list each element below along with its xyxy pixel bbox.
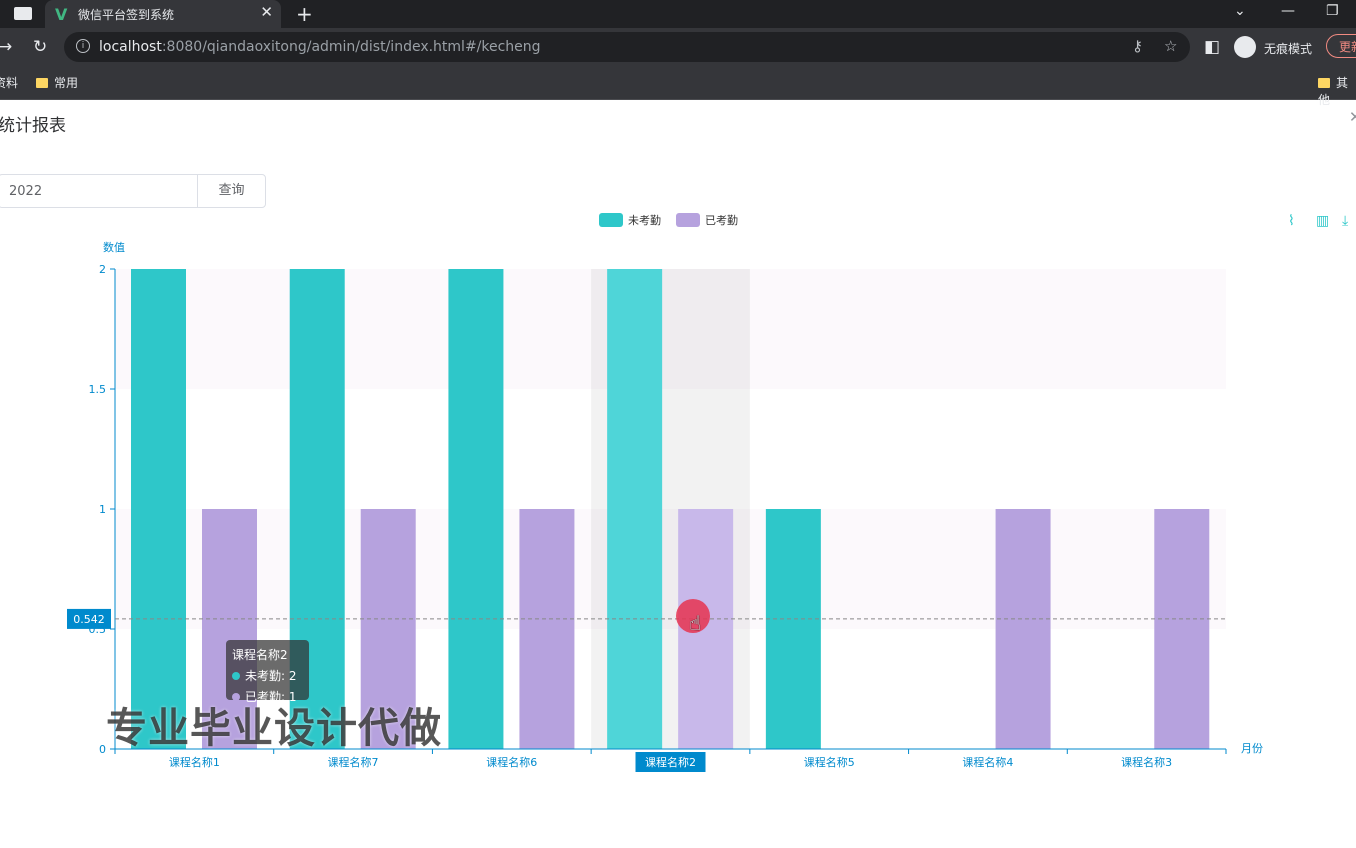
x-tick-label: 课程名称3	[1121, 755, 1172, 769]
legend-swatch	[676, 213, 700, 227]
browser-tab-bar: V 微信平台签到系统 ✕ + ⌄ — ❐	[0, 0, 1356, 28]
crosshair-value-label: 0.542	[73, 613, 105, 626]
bar-unattended	[448, 269, 504, 749]
incognito-label: 无痕模式	[1264, 42, 1313, 56]
x-tick-label: 课程名称7	[328, 755, 379, 769]
other-bookmarks[interactable]: 其他	[1318, 74, 1356, 108]
line-chart-toggle-icon[interactable]: ⌇	[1288, 213, 1295, 229]
category-highlight-shadow	[591, 269, 750, 749]
hand-cursor-icon: ☝	[689, 611, 702, 635]
tab-title: 微信平台签到系统	[78, 8, 175, 22]
watermark-text: 专业毕业设计代做	[106, 704, 442, 752]
bookmark-item[interactable]: 资料	[0, 74, 18, 91]
x-tick-label: 课程名称2	[645, 755, 696, 769]
y-axis-label: 数值	[103, 241, 125, 254]
reload-icon[interactable]: ↻	[33, 37, 47, 57]
tab-search-icon[interactable]	[14, 7, 32, 20]
x-tick-label: 课程名称5	[804, 755, 855, 769]
folder-icon	[36, 78, 48, 88]
folder-icon	[1318, 78, 1330, 88]
key-icon[interactable]: ⚷	[1132, 37, 1143, 55]
bookmark-folder[interactable]: 常用	[36, 74, 78, 91]
browser-toolbar: → ↻ i localhost:8080/qiandaoxitong/admin…	[0, 28, 1356, 66]
query-button[interactable]: 查询	[197, 174, 266, 208]
incognito-icon[interactable]	[1234, 36, 1256, 58]
forward-arrow-icon[interactable]: →	[0, 37, 12, 57]
bar-unattended	[607, 269, 663, 749]
y-tick-label: 1.5	[89, 383, 107, 396]
chart-split-area	[115, 389, 1226, 509]
y-tick-label: 0	[99, 743, 106, 756]
legend-swatch	[599, 213, 623, 227]
site-info-icon[interactable]: i	[76, 39, 90, 53]
tooltip-title: 课程名称2	[232, 648, 288, 662]
browser-tab[interactable]: V 微信平台签到系统 ✕	[45, 0, 281, 28]
bar-chart-toggle-icon[interactable]: ▥	[1316, 213, 1329, 229]
bar-unattended	[131, 269, 186, 749]
close-icon[interactable]: ✕	[1349, 108, 1356, 126]
update-button[interactable]: 更新	[1326, 34, 1356, 58]
bookmark-star-icon[interactable]: ☆	[1164, 37, 1177, 55]
chart-split-area	[115, 269, 1226, 389]
bar-attended	[519, 509, 575, 749]
bookmarks-bar: 资料 常用 其他	[0, 66, 1356, 107]
download-icon[interactable]: ⤓	[1342, 213, 1348, 229]
x-tick-label: 课程名称4	[962, 755, 1013, 769]
x-label-highlight	[635, 752, 706, 772]
y-tick-label: 0.5	[89, 623, 107, 636]
legend-label: 未考勤	[628, 214, 661, 227]
url-text: localhost:8080/qiandaoxitong/admin/dist/…	[99, 39, 541, 55]
y-tick-label: 2	[99, 263, 106, 276]
tab-close-icon[interactable]: ✕	[260, 3, 273, 21]
x-tick-label: 课程名称6	[486, 755, 537, 769]
y-tick-label: 1	[99, 503, 106, 516]
x-tick-label: 课程名称1	[169, 755, 220, 769]
new-tab-icon[interactable]: +	[296, 2, 313, 26]
x-axis-label: 月份	[1241, 742, 1263, 755]
legend-label: 已考勤	[705, 214, 738, 227]
restore-icon[interactable]: ❐	[1326, 3, 1339, 19]
address-bar[interactable]: i localhost:8080/qiandaoxitong/admin/dis…	[64, 32, 1190, 62]
minimize-icon[interactable]: —	[1281, 3, 1295, 19]
page-title: 统计报表	[0, 116, 66, 136]
bar-attended	[995, 509, 1051, 749]
side-panel-icon[interactable]: ◧	[1204, 37, 1220, 57]
chart-tooltip: 课程名称2 未考勤: 2 已考勤: 1	[226, 640, 309, 704]
tooltip-row: 未考勤: 2	[232, 667, 303, 684]
bar-unattended	[765, 509, 821, 749]
tab-list-chevron-icon[interactable]: ⌄	[1234, 3, 1246, 19]
vue-favicon-icon: V	[55, 5, 68, 24]
chart-split-area	[115, 509, 1226, 629]
bar-attended	[1154, 509, 1210, 749]
crosshair-value-box	[67, 608, 111, 629]
year-input[interactable]	[0, 174, 198, 208]
